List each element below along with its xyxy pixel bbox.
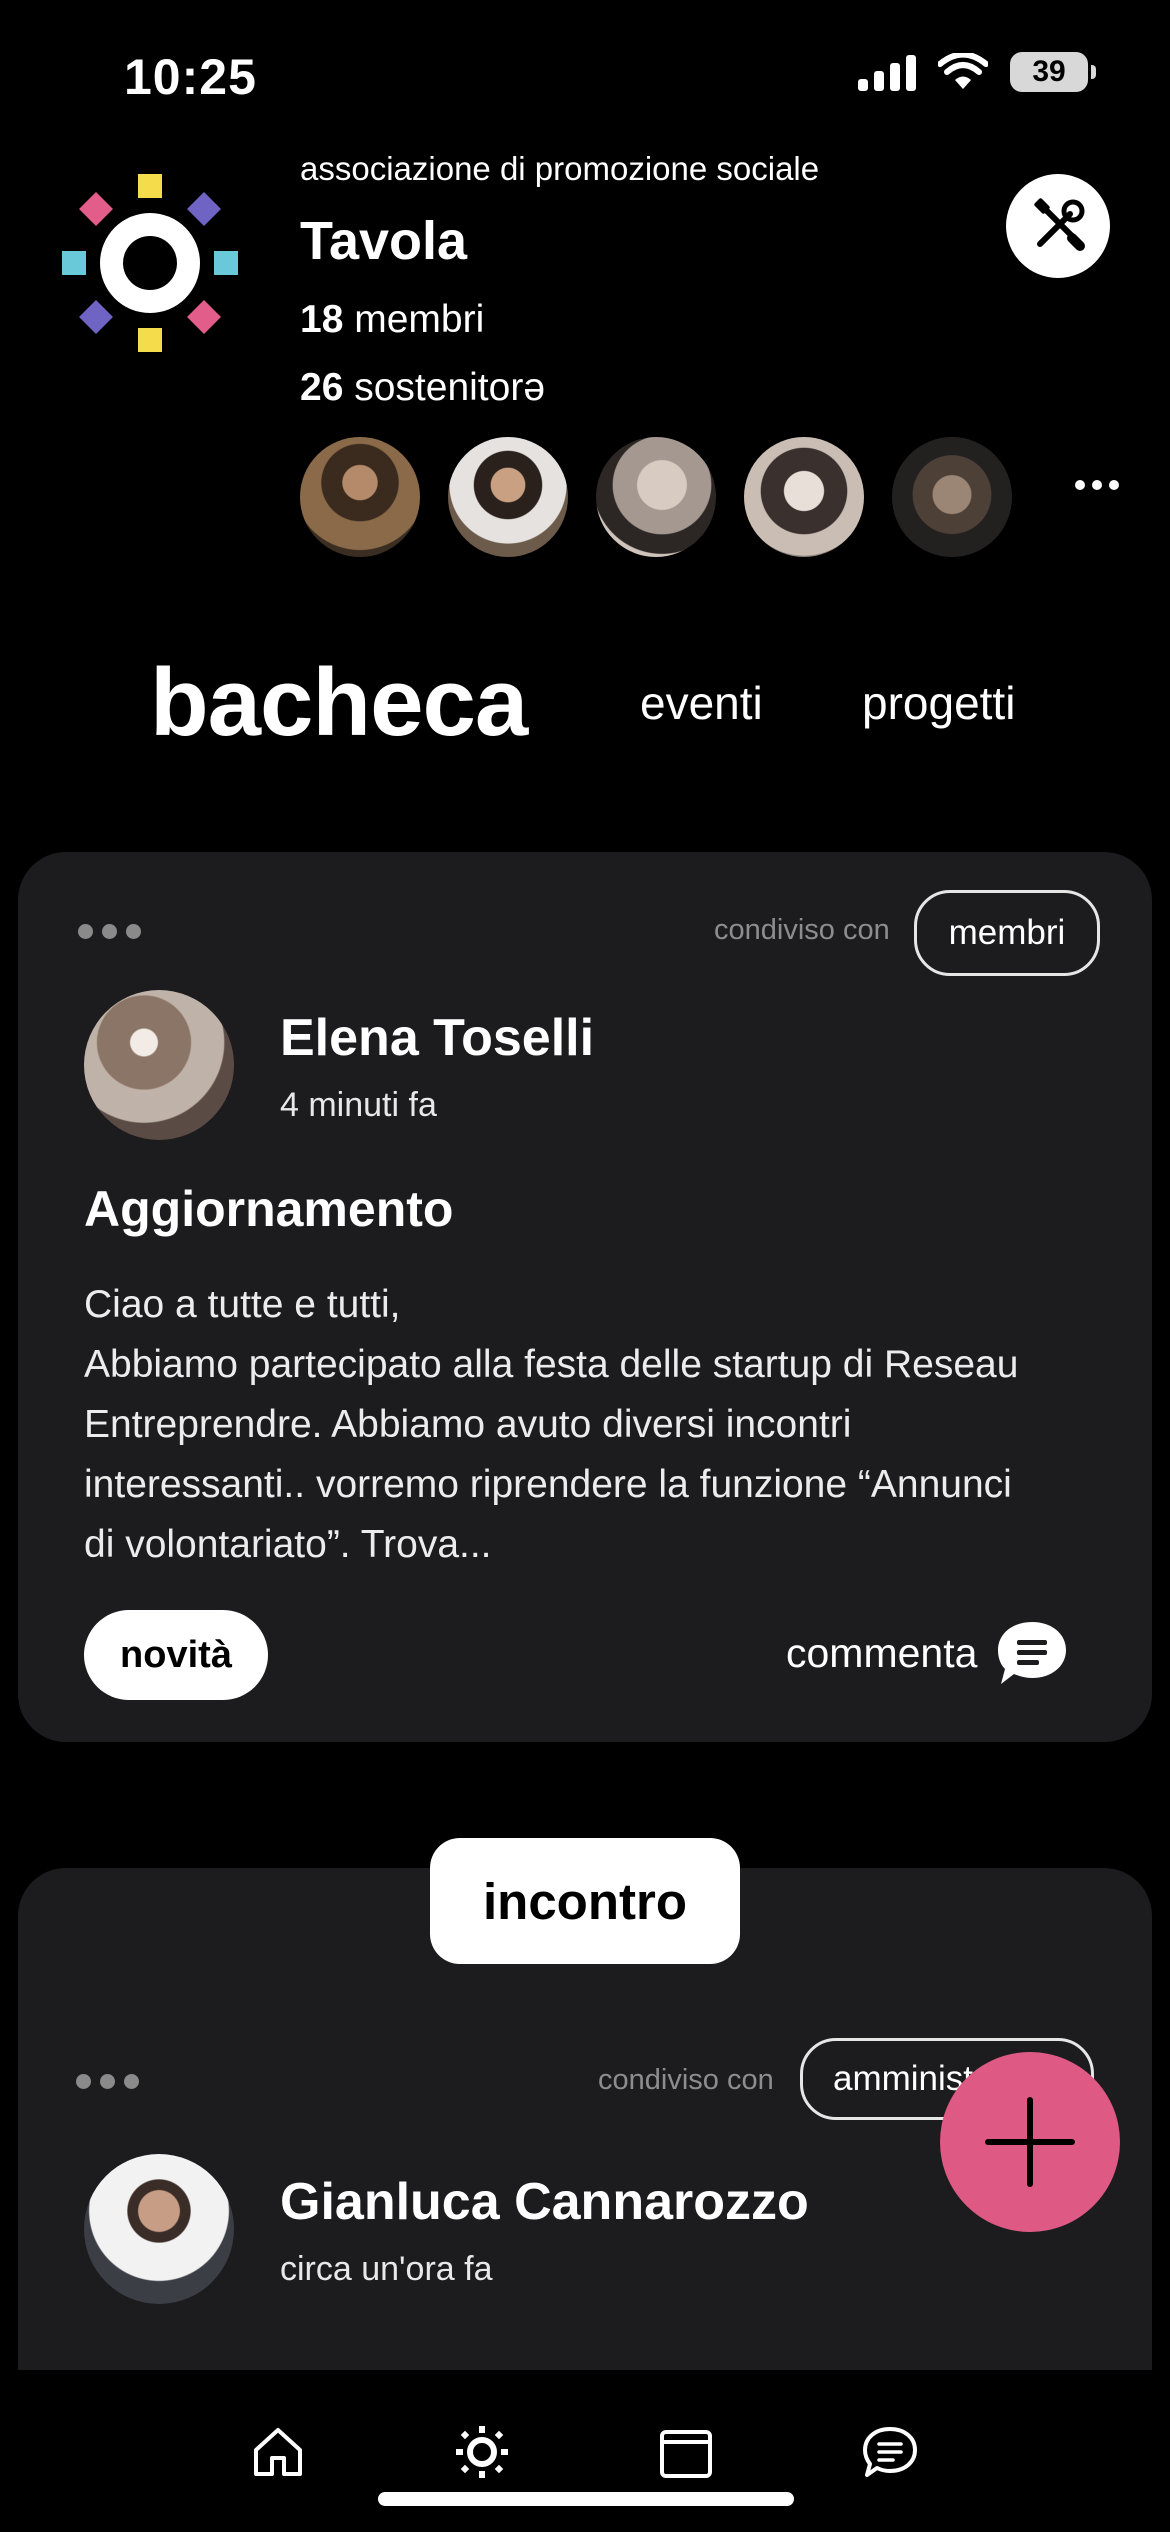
org-type: associazione di promozione sociale xyxy=(300,150,820,187)
comment-button[interactable]: commenta xyxy=(786,1618,1069,1688)
signal-icon xyxy=(858,53,916,91)
shared-with-label: condiviso con xyxy=(714,914,890,946)
comment-label: commenta xyxy=(786,1629,978,1676)
avatar[interactable] xyxy=(744,437,864,557)
settings-button[interactable] xyxy=(1006,174,1110,278)
chat-bubble-icon xyxy=(998,1622,1067,1684)
plus-icon xyxy=(985,2097,1075,2187)
author-avatar[interactable] xyxy=(84,990,234,1140)
audience-pill[interactable]: membri xyxy=(914,890,1100,976)
chat-icon[interactable] xyxy=(862,2424,918,2480)
shared-with-label: condiviso con xyxy=(598,2064,774,2096)
avatar[interactable] xyxy=(892,437,1012,557)
add-post-button[interactable] xyxy=(940,2052,1120,2232)
post-body-line: di volontariato”. Trova... xyxy=(84,1523,492,1566)
author-name[interactable]: Gianluca Cannarozzo xyxy=(280,2172,809,2232)
home-icon[interactable] xyxy=(250,2424,306,2480)
calendar-icon[interactable] xyxy=(658,2424,714,2480)
status-icons: 39 xyxy=(858,52,1096,92)
supporters-count: 26 xyxy=(300,366,344,409)
sun-icon[interactable] xyxy=(454,2424,510,2480)
avatar[interactable] xyxy=(300,437,420,557)
more-members-button[interactable] xyxy=(1075,480,1119,490)
post-body-line: interessanti.. vorremo riprendere la fun… xyxy=(84,1463,1012,1506)
author-name[interactable]: Elena Toselli xyxy=(280,1008,594,1068)
org-name: Tavola xyxy=(300,211,468,271)
post-body-line: Abbiamo partecipato alla festa delle sta… xyxy=(84,1343,1019,1386)
members-count: 18 xyxy=(300,298,344,341)
avatar[interactable] xyxy=(448,437,568,557)
tab-bacheca[interactable]: bacheca xyxy=(150,648,528,758)
post-body: Ciao a tutte e tutti, Abbiamo partecipat… xyxy=(84,1275,1104,1575)
post-options-button[interactable] xyxy=(78,924,141,939)
supporters-label: sostenitorə xyxy=(354,366,546,409)
sun-logo-icon xyxy=(62,174,238,352)
members-stat[interactable]: 18 membri xyxy=(300,298,484,342)
post-body-line: Entreprendre. Abbiamo avuto diversi inco… xyxy=(84,1403,852,1446)
avatar[interactable] xyxy=(596,437,716,557)
supporters-stat[interactable]: 26 sostenitorə xyxy=(300,366,545,410)
author-avatar[interactable] xyxy=(84,2154,234,2304)
post-type-badge: incontro xyxy=(430,1838,740,1964)
member-avatars xyxy=(300,437,1012,557)
status-time: 10:25 xyxy=(124,49,257,105)
post-time: 4 minuti fa xyxy=(280,1086,437,1124)
tab-progetti[interactable]: progetti xyxy=(862,676,1015,730)
post-title: Aggiornamento xyxy=(84,1181,454,1237)
post-options-button[interactable] xyxy=(76,2074,139,2089)
wifi-icon xyxy=(938,53,988,89)
tab-eventi[interactable]: eventi xyxy=(640,676,763,730)
bottom-nav xyxy=(0,2370,1170,2532)
post-time: circa un'ora fa xyxy=(280,2250,493,2288)
home-indicator xyxy=(378,2492,794,2506)
tools-icon xyxy=(1034,198,1085,251)
members-label: membri xyxy=(354,298,485,341)
battery-icon: 39 xyxy=(1010,52,1096,92)
post-body-line: Ciao a tutte e tutti, xyxy=(84,1283,401,1326)
post-tag[interactable]: novità xyxy=(84,1610,268,1700)
